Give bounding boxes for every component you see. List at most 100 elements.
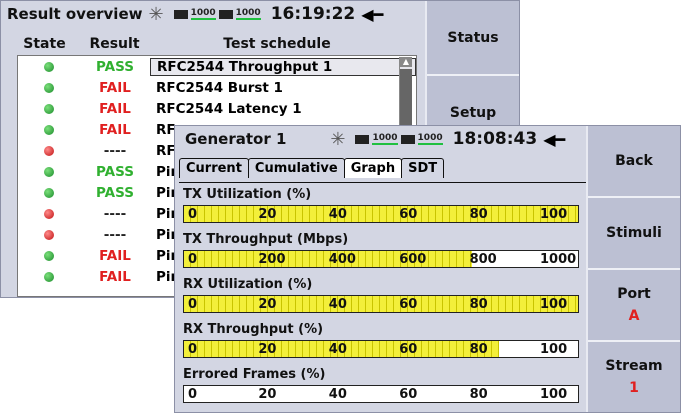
busy-icon: ✳ xyxy=(148,3,164,25)
generator-titlebar: Generator 1 ✳ 1000 1000 18:08:43 ◀━ xyxy=(175,126,601,152)
state-cell xyxy=(18,187,80,198)
tick-label: 100 xyxy=(540,387,568,402)
busy-icon: ✳ xyxy=(330,128,346,150)
tab-graph[interactable]: Graph xyxy=(343,158,403,178)
rate-label: 1000 xyxy=(190,8,216,20)
graph-bar: 0 20 40 60 80 100 xyxy=(183,205,579,223)
status-ok-icon xyxy=(44,124,54,135)
status-ok-icon xyxy=(44,187,54,198)
graph-fill xyxy=(184,251,472,267)
generator-window: Generator 1 ✳ 1000 1000 18:08:43 ◀━ Curr… xyxy=(174,125,681,413)
graph-label: TX Utilization (%) xyxy=(183,187,312,202)
tick-label: 20 xyxy=(258,207,277,222)
tick-label: 400 xyxy=(328,252,356,267)
tick-label: 0 xyxy=(188,297,198,312)
link-status: 1000 1000 xyxy=(355,133,443,145)
state-cell xyxy=(18,124,80,135)
tick-label: 1000 xyxy=(540,252,577,267)
back-button[interactable]: Back xyxy=(588,126,680,198)
port-value: A xyxy=(628,308,640,324)
state-cell xyxy=(18,82,80,93)
rate-label: 1000 xyxy=(417,133,443,145)
tick-label: 0 xyxy=(188,387,198,402)
tick-label: 80 xyxy=(469,342,488,357)
tick-label: 40 xyxy=(328,342,347,357)
graph-bar: 0 20 40 60 80 100 xyxy=(183,295,579,313)
power-plug-icon: ◀━ xyxy=(543,129,566,149)
status-ok-icon xyxy=(44,166,54,177)
tick-label: 20 xyxy=(258,297,277,312)
state-cell xyxy=(18,103,80,114)
stimuli-button[interactable]: Stimuli xyxy=(588,198,680,270)
tick-label: 80 xyxy=(469,387,488,402)
tick-label: 20 xyxy=(258,387,277,402)
result-overview-titlebar: Result overview ✳ 1000 1000 16:19:22 ◀━ xyxy=(1,1,435,27)
test-schedule-cell: RFC2544 Throughput 1 xyxy=(150,57,416,76)
tick-label: 0 xyxy=(188,252,198,267)
status-error-icon xyxy=(44,229,54,240)
tab-sdt[interactable]: SDT xyxy=(401,158,445,178)
result-cell: PASS xyxy=(96,58,134,75)
state-cell xyxy=(18,145,80,156)
graph-label: TX Throughput (Mbps) xyxy=(183,232,349,247)
status-ok-icon xyxy=(44,103,54,114)
table-row[interactable]: FAIL RFC2544 Latency 1 xyxy=(18,98,416,119)
generator-side-panel: Back Stimuli Port A Stream 1 xyxy=(586,126,680,412)
graph-label: RX Utilization (%) xyxy=(183,277,313,292)
result-cell: FAIL xyxy=(99,268,131,285)
scroll-up-icon[interactable]: ▲ xyxy=(400,57,412,67)
graph-fill xyxy=(184,296,578,312)
window-title: Result overview xyxy=(7,5,143,23)
table-header: State Result Test schedule xyxy=(7,35,422,53)
rate-label: 1000 xyxy=(235,8,261,20)
table-row[interactable]: PASS RFC2544 Throughput 1 xyxy=(18,56,416,77)
status-button[interactable]: Status xyxy=(427,1,519,76)
tick-label: 100 xyxy=(540,342,568,357)
tick-label: 100 xyxy=(540,297,568,312)
tab-current[interactable]: Current xyxy=(179,158,249,178)
result-cell: FAIL xyxy=(99,247,131,264)
tab-cumulative[interactable]: Cumulative xyxy=(247,158,345,178)
tick-label: 40 xyxy=(328,207,347,222)
stream-value: 1 xyxy=(629,380,639,396)
table-row[interactable]: FAIL RFC2544 Burst 1 xyxy=(18,77,416,98)
tick-label: 0 xyxy=(188,342,198,357)
tick-label: 60 xyxy=(399,297,418,312)
test-schedule-cell: RFC2544 Latency 1 xyxy=(156,100,302,117)
port-icon xyxy=(400,134,415,144)
port-button[interactable]: Port A xyxy=(588,270,680,342)
graph-bar: 0 20 40 60 80 100 xyxy=(183,385,579,403)
result-cell: FAIL xyxy=(99,121,131,138)
tick-label: 100 xyxy=(540,207,568,222)
column-header-test-schedule: Test schedule xyxy=(223,36,331,52)
power-plug-icon: ◀━ xyxy=(361,4,384,24)
column-header-state: State xyxy=(23,36,66,52)
scroll-thumb[interactable] xyxy=(400,69,412,129)
tick-label: 40 xyxy=(328,297,347,312)
status-error-icon xyxy=(44,208,54,219)
state-cell xyxy=(18,61,80,72)
result-cell: PASS xyxy=(96,184,134,201)
result-cell: FAIL xyxy=(99,100,131,117)
status-ok-icon xyxy=(44,61,54,72)
link-status: 1000 1000 xyxy=(173,8,261,20)
result-cell: ---- xyxy=(103,142,127,159)
port-icon xyxy=(173,9,188,19)
tick-label: 80 xyxy=(469,297,488,312)
tick-label: 800 xyxy=(469,252,497,267)
state-cell xyxy=(18,208,80,219)
graph-label: RX Throughput (%) xyxy=(183,322,324,337)
tick-label: 0 xyxy=(188,207,198,222)
tick-label: 60 xyxy=(399,207,418,222)
view-tabs: Current Cumulative Graph SDT xyxy=(179,158,445,178)
clock: 16:19:22 xyxy=(270,4,356,24)
rate-label: 1000 xyxy=(372,133,398,145)
stream-button[interactable]: Stream 1 xyxy=(588,342,680,412)
tick-label: 60 xyxy=(399,387,418,402)
result-cell: FAIL xyxy=(99,79,131,96)
status-error-icon xyxy=(44,145,54,156)
column-header-result: Result xyxy=(89,36,140,52)
graph-fill xyxy=(184,206,578,222)
graph-area: TX Utilization (%) 0 20 40 60 80 100 TX Through… xyxy=(179,182,587,411)
port-icon xyxy=(355,134,370,144)
